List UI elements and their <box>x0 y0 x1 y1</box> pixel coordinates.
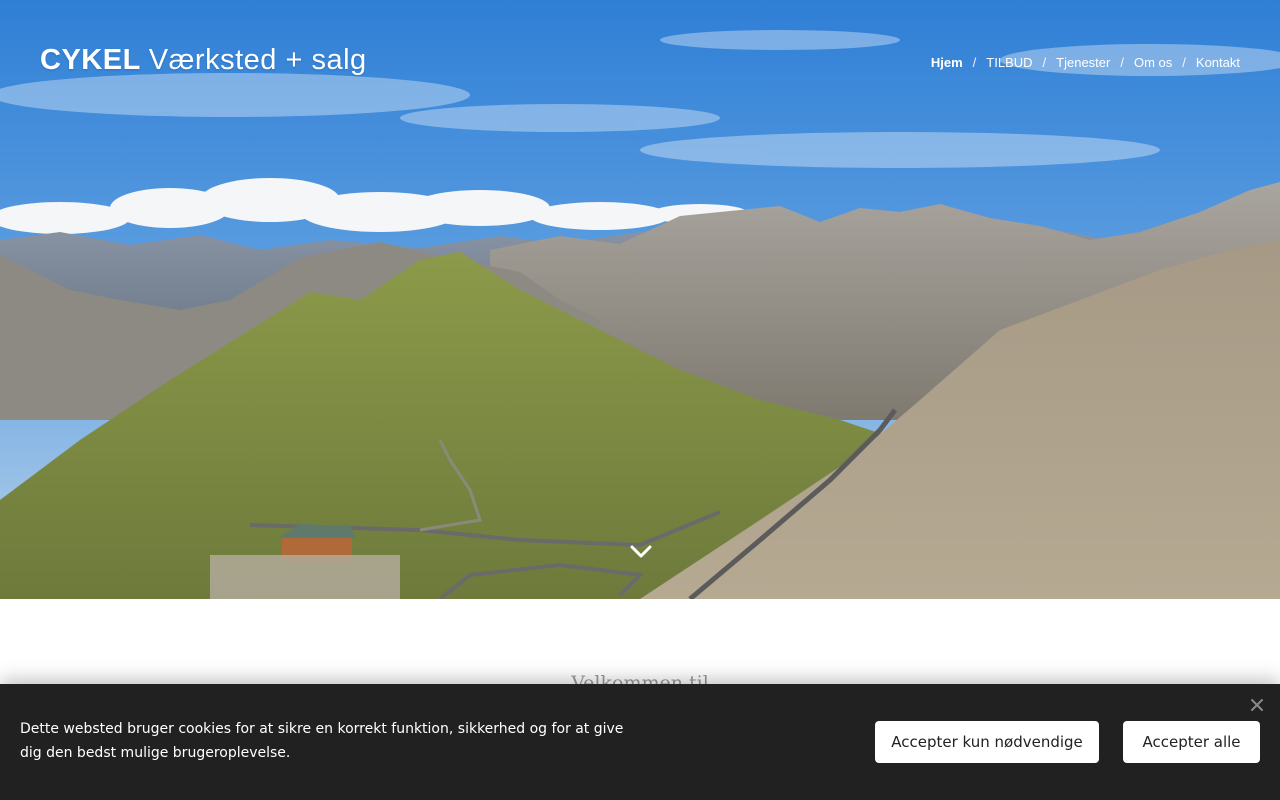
chevron-down-icon[interactable] <box>629 543 653 561</box>
cookie-message: Dette websted bruger cookies for at sikr… <box>20 721 624 761</box>
nav-item-hjem[interactable]: Hjem <box>931 55 963 70</box>
hero-banner: CYKEL Værksted + salg Hjem / TILBUD / Tje… <box>0 0 1280 599</box>
mountain-landscape-image <box>0 0 1280 599</box>
nav-item-tilbud[interactable]: TILBUD <box>986 55 1032 70</box>
nav-item-om-os[interactable]: Om os <box>1134 55 1172 70</box>
brand-name-bold: CYKEL <box>40 44 141 76</box>
site-logo[interactable]: CYKEL Værksted + salg <box>40 44 367 77</box>
nav-item-kontakt[interactable]: Kontakt <box>1196 55 1240 70</box>
nav-item-tjenester[interactable]: Tjenester <box>1056 55 1110 70</box>
nav-separator: / <box>1042 55 1047 70</box>
cookie-banner: Dette websted bruger cookies for at sikr… <box>0 684 1280 800</box>
accept-all-button[interactable]: Accepter alle <box>1123 721 1260 763</box>
accept-necessary-button[interactable]: Accepter kun nødvendige <box>875 721 1099 763</box>
nav-separator: / <box>972 55 977 70</box>
nav-separator: / <box>1120 55 1124 70</box>
brand-name-light: Værksted + salg <box>148 44 367 76</box>
close-icon[interactable] <box>1250 698 1264 712</box>
nav-separator: / <box>1182 55 1186 70</box>
main-nav: Hjem / TILBUD / Tjenester / Om os / Kont… <box>931 55 1240 70</box>
